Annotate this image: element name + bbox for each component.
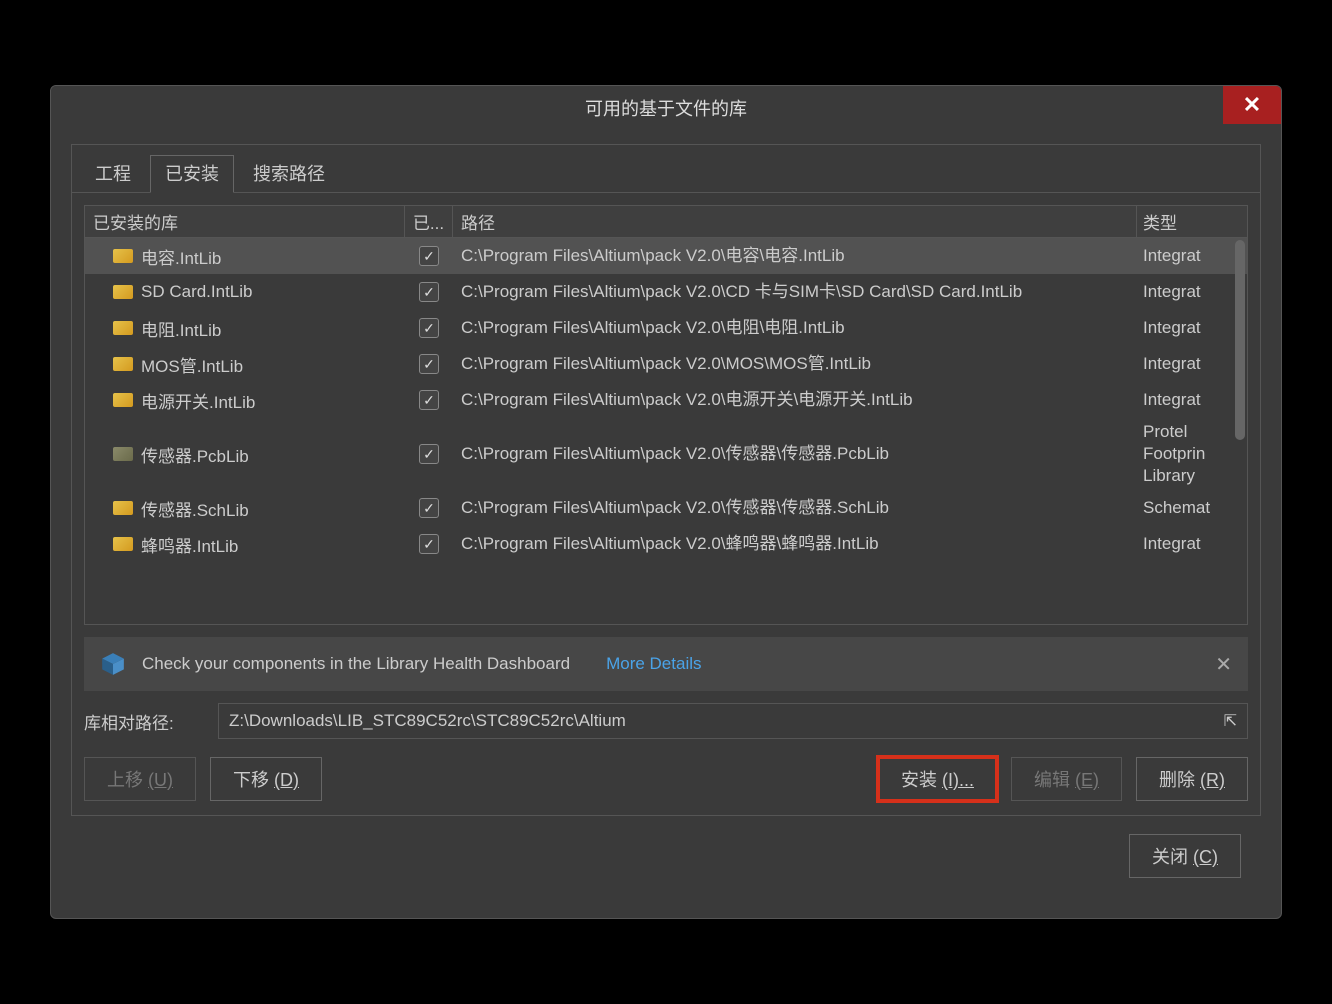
banner-close-icon[interactable]: ✕: [1215, 652, 1232, 677]
lib-type: Protel Footprin Library: [1137, 421, 1247, 487]
main-panel: 工程 已安装 搜索路径 已安装的库 已... 路径 类型 电容.IntLib ✓ C…: [71, 144, 1261, 816]
library-icon: [113, 537, 133, 551]
table-row[interactable]: 传感器.SchLib ✓ C:\Program Files\Altium\pack …: [85, 490, 1247, 526]
enabled-checkbox[interactable]: ✓: [419, 354, 439, 374]
tab-installed[interactable]: 已安装: [150, 155, 234, 193]
library-icon: [113, 249, 133, 263]
table-row[interactable]: SD Card.IntLib ✓ C:\Program Files\Altium\p…: [85, 274, 1247, 310]
lib-name: 电阻.IntLib: [141, 316, 221, 341]
lib-name: 电容.IntLib: [141, 244, 221, 269]
install-button[interactable]: 安装 (I)...: [878, 757, 997, 801]
path-value: Z:\Downloads\LIB_STC89C52rc\STC89C52rc\A…: [229, 711, 626, 731]
path-input[interactable]: Z:\Downloads\LIB_STC89C52rc\STC89C52rc\A…: [218, 703, 1248, 739]
table-row[interactable]: 蜂鸣器.IntLib ✓ C:\Program Files\Altium\pack …: [85, 526, 1247, 562]
lib-path: C:\Program Files\Altium\pack V2.0\蜂鸣器\蜂鸣…: [453, 533, 1137, 555]
scrollbar[interactable]: [1235, 240, 1245, 622]
col-header-type[interactable]: 类型: [1137, 206, 1247, 237]
lib-path: C:\Program Files\Altium\pack V2.0\传感器\传感…: [453, 443, 1137, 465]
lib-name: 传感器.SchLib: [141, 496, 249, 521]
path-label: 库相对路径:: [84, 709, 194, 734]
library-icon: [113, 393, 133, 407]
lib-name: 电源开关.IntLib: [141, 388, 255, 413]
lib-name: 蜂鸣器.IntLib: [141, 532, 238, 557]
move-down-button[interactable]: 下移 (D): [210, 757, 322, 801]
library-icon: [113, 447, 133, 461]
table-row[interactable]: 电阻.IntLib ✓ C:\Program Files\Altium\pack V…: [85, 310, 1247, 346]
library-table: 已安装的库 已... 路径 类型 电容.IntLib ✓ C:\Program Fi…: [84, 205, 1248, 625]
enabled-checkbox[interactable]: ✓: [419, 318, 439, 338]
tab-bar: 工程 已安装 搜索路径: [72, 145, 1260, 193]
table-header: 已安装的库 已... 路径 类型: [85, 206, 1247, 238]
more-details-link[interactable]: More Details: [606, 654, 701, 674]
scrollbar-thumb[interactable]: [1235, 240, 1245, 440]
close-icon: ✕: [1243, 92, 1261, 118]
footer: 关闭 (C): [71, 816, 1261, 898]
lib-name: SD Card.IntLib: [141, 282, 253, 302]
col-header-enabled[interactable]: 已...: [405, 206, 453, 237]
health-banner: Check your components in the Library Hea…: [84, 637, 1248, 691]
enabled-checkbox[interactable]: ✓: [419, 246, 439, 266]
table-row[interactable]: MOS管.IntLib ✓ C:\Program Files\Altium\pack…: [85, 346, 1247, 382]
col-header-path[interactable]: 路径: [453, 206, 1137, 237]
window-close-button[interactable]: ✕: [1223, 86, 1281, 124]
enabled-checkbox[interactable]: ✓: [419, 390, 439, 410]
enabled-checkbox[interactable]: ✓: [419, 534, 439, 554]
table-row[interactable]: 传感器.PcbLib ✓ C:\Program Files\Altium\pack …: [85, 418, 1247, 490]
library-icon: [113, 321, 133, 335]
lib-name: 传感器.PcbLib: [141, 442, 249, 467]
dialog-window: 可用的基于文件的库 ✕ 工程 已安装 搜索路径 已安装的库 已... 路径 类型…: [50, 85, 1282, 919]
library-icon: [113, 285, 133, 299]
lib-path: C:\Program Files\Altium\pack V2.0\电源开关\电…: [453, 389, 1137, 411]
table-row[interactable]: 电容.IntLib ✓ C:\Program Files\Altium\pack V…: [85, 238, 1247, 274]
lib-path: C:\Program Files\Altium\pack V2.0\传感器\传感…: [453, 497, 1137, 519]
lib-path: C:\Program Files\Altium\pack V2.0\电容\电容.…: [453, 245, 1137, 267]
tab-project[interactable]: 工程: [80, 155, 146, 193]
lib-type: Integrat: [1137, 245, 1247, 267]
lib-type: Schemat: [1137, 497, 1247, 519]
lib-type: Integrat: [1137, 389, 1247, 411]
browse-icon[interactable]: ⇱: [1224, 711, 1237, 731]
titlebar: 可用的基于文件的库 ✕: [51, 86, 1281, 130]
lib-name: MOS管.IntLib: [141, 352, 243, 377]
cube-icon: [100, 651, 126, 677]
enabled-checkbox[interactable]: ✓: [419, 498, 439, 518]
lib-type: Integrat: [1137, 317, 1247, 339]
table-body: 电容.IntLib ✓ C:\Program Files\Altium\pack V…: [85, 238, 1247, 625]
lib-type: Integrat: [1137, 281, 1247, 303]
tab-searchpath[interactable]: 搜索路径: [238, 155, 340, 193]
banner-text: Check your components in the Library Hea…: [142, 654, 570, 674]
lib-path: C:\Program Files\Altium\pack V2.0\电阻\电阻.…: [453, 317, 1137, 339]
table-row[interactable]: 电源开关.IntLib ✓ C:\Program Files\Altium\pack…: [85, 382, 1247, 418]
delete-button[interactable]: 删除 (R): [1136, 757, 1248, 801]
close-button[interactable]: 关闭 (C): [1129, 834, 1241, 878]
lib-type: Integrat: [1137, 353, 1247, 375]
lib-path: C:\Program Files\Altium\pack V2.0\CD 卡与S…: [453, 281, 1137, 303]
enabled-checkbox[interactable]: ✓: [419, 282, 439, 302]
enabled-checkbox[interactable]: ✓: [419, 444, 439, 464]
edit-button[interactable]: 编辑 (E): [1011, 757, 1122, 801]
relative-path-row: 库相对路径: Z:\Downloads\LIB_STC89C52rc\STC89…: [84, 703, 1248, 739]
lib-type: Integrat: [1137, 533, 1247, 555]
move-up-button[interactable]: 上移 (U): [84, 757, 196, 801]
button-row: 上移 (U) 下移 (D) 安装 (I)... 编辑 (E) 删除 (R): [72, 757, 1260, 815]
col-header-name[interactable]: 已安装的库: [85, 206, 405, 237]
library-icon: [113, 357, 133, 371]
lib-path: C:\Program Files\Altium\pack V2.0\MOS\MO…: [453, 353, 1137, 375]
window-title: 可用的基于文件的库: [585, 95, 747, 121]
library-icon: [113, 501, 133, 515]
